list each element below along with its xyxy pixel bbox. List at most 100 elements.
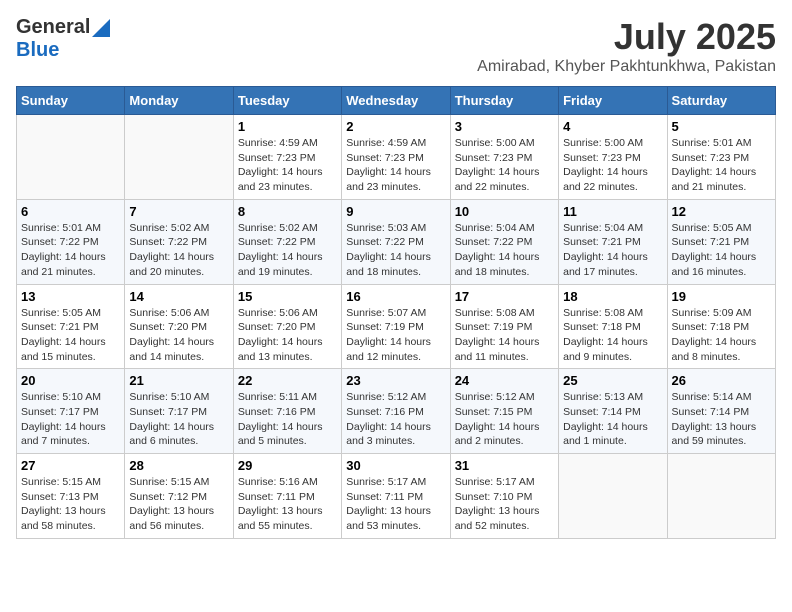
col-header-sunday: Sunday [17, 87, 125, 115]
calendar-cell: 8 Sunrise: 5:02 AM Sunset: 7:22 PM Daylig… [233, 199, 341, 284]
day-info: Sunrise: 5:12 AM Sunset: 7:16 PM Dayligh… [346, 390, 445, 449]
calendar-cell: 27Sunrise: 5:15 AM Sunset: 7:13 PM Dayli… [17, 454, 125, 539]
col-header-friday: Friday [559, 87, 667, 115]
day-info: Sunrise: 5:00 AM Sunset: 7:23 PM Dayligh… [563, 136, 662, 195]
day-info: Sunrise: 5:01 AM Sunset: 7:23 PM Dayligh… [672, 136, 771, 195]
page-header: General Blue July 2025 Amirabad, Khyber … [16, 16, 776, 76]
day-number: 20 [21, 373, 120, 388]
calendar-cell [559, 454, 667, 539]
day-info: Sunrise: 5:08 AM Sunset: 7:18 PM Dayligh… [563, 306, 662, 365]
calendar-week-1: 1 Sunrise: 4:59 AM Sunset: 7:23 PM Daylig… [17, 115, 776, 200]
day-number: 17 [455, 289, 554, 304]
day-number: 6 [21, 204, 120, 219]
calendar-cell: 11 Sunrise: 5:04 AM Sunset: 7:21 PM Dayli… [559, 199, 667, 284]
day-info: Sunrise: 5:03 AM Sunset: 7:22 PM Dayligh… [346, 221, 445, 280]
logo-icon [92, 19, 110, 37]
day-number: 24 [455, 373, 554, 388]
day-info: Sunrise: 5:05 AM Sunset: 7:21 PM Dayligh… [21, 306, 120, 365]
day-number: 13 [21, 289, 120, 304]
calendar-cell: 15Sunrise: 5:06 AM Sunset: 7:20 PM Dayli… [233, 284, 341, 369]
day-info: Sunrise: 5:00 AM Sunset: 7:23 PM Dayligh… [455, 136, 554, 195]
day-number: 18 [563, 289, 662, 304]
calendar-cell: 6 Sunrise: 5:01 AM Sunset: 7:22 PM Daylig… [17, 199, 125, 284]
calendar-cell [667, 454, 775, 539]
col-header-tuesday: Tuesday [233, 87, 341, 115]
calendar-cell: 9 Sunrise: 5:03 AM Sunset: 7:22 PM Daylig… [342, 199, 450, 284]
day-info: Sunrise: 5:04 AM Sunset: 7:21 PM Dayligh… [563, 221, 662, 280]
day-number: 11 [563, 204, 662, 219]
calendar-cell: 25 Sunrise: 5:13 AM Sunset: 7:14 PM Dayli… [559, 369, 667, 454]
calendar-cell: 4Sunrise: 5:00 AM Sunset: 7:23 PM Daylig… [559, 115, 667, 200]
calendar-week-3: 13 Sunrise: 5:05 AM Sunset: 7:21 PM Dayli… [17, 284, 776, 369]
day-number: 14 [129, 289, 228, 304]
day-info: Sunrise: 5:13 AM Sunset: 7:14 PM Dayligh… [563, 390, 662, 449]
day-number: 5 [672, 119, 771, 134]
calendar-week-4: 20 Sunrise: 5:10 AM Sunset: 7:17 PM Dayli… [17, 369, 776, 454]
calendar-cell: 16 Sunrise: 5:07 AM Sunset: 7:19 PM Dayli… [342, 284, 450, 369]
day-info: Sunrise: 4:59 AM Sunset: 7:23 PM Dayligh… [346, 136, 445, 195]
logo: General Blue [16, 16, 110, 62]
day-info: Sunrise: 5:17 AM Sunset: 7:11 PM Dayligh… [346, 475, 445, 534]
calendar-body: 1 Sunrise: 4:59 AM Sunset: 7:23 PM Daylig… [17, 115, 776, 539]
day-number: 22 [238, 373, 337, 388]
col-header-thursday: Thursday [450, 87, 558, 115]
day-number: 31 [455, 458, 554, 473]
day-info: Sunrise: 5:16 AM Sunset: 7:11 PM Dayligh… [238, 475, 337, 534]
calendar-cell: 26Sunrise: 5:14 AM Sunset: 7:14 PM Dayli… [667, 369, 775, 454]
day-info: Sunrise: 5:15 AM Sunset: 7:12 PM Dayligh… [129, 475, 228, 534]
col-header-saturday: Saturday [667, 87, 775, 115]
day-info: Sunrise: 5:08 AM Sunset: 7:19 PM Dayligh… [455, 306, 554, 365]
calendar-cell: 13 Sunrise: 5:05 AM Sunset: 7:21 PM Dayli… [17, 284, 125, 369]
day-number: 16 [346, 289, 445, 304]
day-info: Sunrise: 5:02 AM Sunset: 7:22 PM Dayligh… [238, 221, 337, 280]
day-number: 1 [238, 119, 337, 134]
calendar-cell: 20Sunrise: 5:10 AM Sunset: 7:17 PM Dayli… [17, 369, 125, 454]
day-number: 7 [129, 204, 228, 219]
calendar-cell [17, 115, 125, 200]
day-info: Sunrise: 5:09 AM Sunset: 7:18 PM Dayligh… [672, 306, 771, 365]
calendar-cell: 29 Sunrise: 5:16 AM Sunset: 7:11 PM Dayli… [233, 454, 341, 539]
day-info: Sunrise: 5:01 AM Sunset: 7:22 PM Dayligh… [21, 221, 120, 280]
calendar-header-row: SundayMondayTuesdayWednesdayThursdayFrid… [17, 87, 776, 115]
calendar-cell: 30 Sunrise: 5:17 AM Sunset: 7:11 PM Dayli… [342, 454, 450, 539]
day-info: Sunrise: 5:06 AM Sunset: 7:20 PM Dayligh… [129, 306, 228, 365]
day-info: Sunrise: 5:10 AM Sunset: 7:17 PM Dayligh… [129, 390, 228, 449]
calendar-table: SundayMondayTuesdayWednesdayThursdayFrid… [16, 86, 776, 539]
calendar-cell: 7 Sunrise: 5:02 AM Sunset: 7:22 PM Daylig… [125, 199, 233, 284]
calendar-cell: 28 Sunrise: 5:15 AM Sunset: 7:12 PM Dayli… [125, 454, 233, 539]
day-info: Sunrise: 5:02 AM Sunset: 7:22 PM Dayligh… [129, 221, 228, 280]
logo-blue-text: Blue [16, 39, 59, 62]
calendar-cell: 2 Sunrise: 4:59 AM Sunset: 7:23 PM Daylig… [342, 115, 450, 200]
day-number: 10 [455, 204, 554, 219]
day-info: Sunrise: 5:07 AM Sunset: 7:19 PM Dayligh… [346, 306, 445, 365]
location-subtitle: Amirabad, Khyber Pakhtunkhwa, Pakistan [477, 58, 776, 76]
calendar-cell: 12 Sunrise: 5:05 AM Sunset: 7:21 PM Dayli… [667, 199, 775, 284]
day-number: 12 [672, 204, 771, 219]
day-number: 29 [238, 458, 337, 473]
day-info: Sunrise: 4:59 AM Sunset: 7:23 PM Dayligh… [238, 136, 337, 195]
col-header-wednesday: Wednesday [342, 87, 450, 115]
calendar-week-5: 27Sunrise: 5:15 AM Sunset: 7:13 PM Dayli… [17, 454, 776, 539]
day-number: 25 [563, 373, 662, 388]
calendar-cell: 23Sunrise: 5:12 AM Sunset: 7:16 PM Dayli… [342, 369, 450, 454]
calendar-cell [125, 115, 233, 200]
calendar-cell: 14 Sunrise: 5:06 AM Sunset: 7:20 PM Dayli… [125, 284, 233, 369]
month-year-title: July 2025 [477, 16, 776, 58]
day-number: 9 [346, 204, 445, 219]
day-info: Sunrise: 5:17 AM Sunset: 7:10 PM Dayligh… [455, 475, 554, 534]
calendar-cell: 1 Sunrise: 4:59 AM Sunset: 7:23 PM Daylig… [233, 115, 341, 200]
day-number: 2 [346, 119, 445, 134]
calendar-cell: 18 Sunrise: 5:08 AM Sunset: 7:18 PM Dayli… [559, 284, 667, 369]
day-number: 30 [346, 458, 445, 473]
day-info: Sunrise: 5:15 AM Sunset: 7:13 PM Dayligh… [21, 475, 120, 534]
calendar-week-2: 6 Sunrise: 5:01 AM Sunset: 7:22 PM Daylig… [17, 199, 776, 284]
calendar-cell: 22Sunrise: 5:11 AM Sunset: 7:16 PM Dayli… [233, 369, 341, 454]
day-info: Sunrise: 5:05 AM Sunset: 7:21 PM Dayligh… [672, 221, 771, 280]
day-number: 3 [455, 119, 554, 134]
logo-general-text: General [16, 16, 90, 39]
day-number: 28 [129, 458, 228, 473]
calendar-cell: 21Sunrise: 5:10 AM Sunset: 7:17 PM Dayli… [125, 369, 233, 454]
day-number: 15 [238, 289, 337, 304]
calendar-cell: 17 Sunrise: 5:08 AM Sunset: 7:19 PM Dayli… [450, 284, 558, 369]
day-number: 8 [238, 204, 337, 219]
